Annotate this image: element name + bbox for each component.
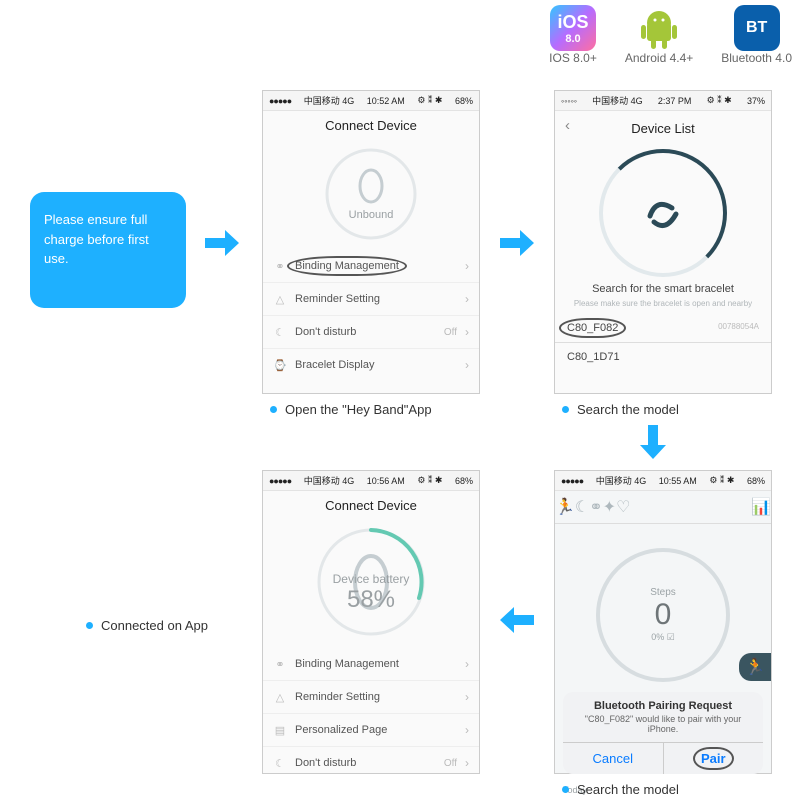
link-icon: ⚭ [273, 259, 287, 273]
chevron-right-icon: › [465, 259, 469, 273]
ios-badge-icon: iOS8.0 [550, 5, 596, 51]
sleep-icon[interactable]: ☾ [575, 497, 589, 517]
display-label: Bracelet Display [295, 359, 457, 371]
dnd-value: Off [444, 327, 457, 338]
screen-title: Connect Device [263, 491, 479, 520]
row-dont-disturb[interactable]: ☾ Don't disturb Off › [263, 316, 479, 349]
caption-connected: Connected on App [86, 618, 208, 633]
health-icon[interactable]: ⚭ [589, 497, 602, 517]
instruction-box: Please ensure full charge before first u… [30, 192, 186, 308]
phone-step3: ●●●●●中国移动 4G10:56 AM⚙ ⁑ ✱68% Connect Dev… [262, 470, 480, 774]
compat-android: Android 4.4+ [625, 5, 693, 65]
svg-text:Unbound: Unbound [349, 209, 394, 221]
row-bracelet-display[interactable]: ⌚ Bracelet Display › [263, 349, 479, 381]
instruction-text: Please ensure full charge before first u… [44, 212, 149, 266]
row-dont-disturb[interactable]: ☾ Don't disturb Off › [263, 747, 479, 779]
caption-step1: Open the "Hey Band"App [270, 402, 432, 417]
compat-ios: iOS8.0 IOS 8.0+ [549, 5, 597, 65]
bell-icon: △ [273, 292, 287, 306]
row-binding-management[interactable]: ⚭ Binding Management › [263, 250, 479, 283]
searching-spinner-icon [599, 149, 727, 277]
heart-icon[interactable]: ♡ [616, 497, 630, 517]
caption-step2: Search the model [562, 402, 679, 417]
moon-icon: ☾ [273, 756, 287, 770]
arrow-right-2-icon [500, 228, 534, 258]
pairing-popup: Bluetooth Pairing Request "C80_F082" wou… [563, 692, 763, 774]
popup-title: Bluetooth Pairing Request [563, 692, 763, 712]
phone-step4: ●●●●●中国移动 4G10:55 AM⚙ ⁑ ✱68% 🏃 ☾ ⚭ ✦ ♡ 📊… [554, 470, 772, 774]
bell-icon: △ [273, 690, 287, 704]
device-1-sub: 00788054A [718, 322, 759, 331]
compat-ios-label: IOS 8.0+ [549, 51, 597, 65]
status-bar: ●●●●●中国移动 4G10:52 AM⚙ ⁑ ✱68% [263, 91, 479, 111]
device-2-name: C80_1D71 [567, 351, 620, 363]
reminder-label: Reminder Setting [295, 293, 457, 305]
bluetooth-icon: BT [734, 5, 780, 51]
device-1-name: C80_F082 [567, 322, 618, 334]
caption-step4: Search the model [562, 782, 679, 797]
watch-icon: ⌚ [273, 358, 287, 372]
screen-title: Connect Device [263, 111, 479, 140]
arrow-right-1-icon [205, 228, 239, 258]
bullet-icon [562, 406, 569, 413]
row-binding-management[interactable]: ⚭ Binding Management › [263, 648, 479, 681]
steps-label: Steps [650, 587, 676, 598]
run-shortcut-icon[interactable]: 🏃 [739, 653, 771, 681]
status-bar: ◦◦◦◦◦中国移动 4G2:37 PM⚙ ⁑ ✱37% [555, 91, 771, 111]
phone-step1: ●●●●●中国移动 4G10:52 AM⚙ ⁑ ✱68% Connect Dev… [262, 90, 480, 394]
sport-icon[interactable]: ✦ [603, 497, 616, 517]
binding-label: Binding Management [295, 260, 399, 272]
dnd-label: Don't disturb [295, 326, 436, 338]
battery-ring-icon [315, 526, 427, 638]
status-bar: ●●●●●中国移动 4G10:56 AM⚙ ⁑ ✱68% [263, 471, 479, 491]
chevron-right-icon: › [465, 292, 469, 306]
popup-message: "C80_F082" would like to pair with your … [563, 712, 763, 742]
device-row-2[interactable]: C80_1D71 [555, 343, 771, 371]
search-hint: Please make sure the bracelet is open an… [555, 299, 771, 308]
screen-title: Device List [555, 114, 771, 143]
compat-bluetooth: BT Bluetooth 4.0 [721, 5, 792, 65]
chevron-right-icon: › [465, 723, 469, 737]
chevron-right-icon: › [465, 358, 469, 372]
compat-android-label: Android 4.4+ [625, 51, 693, 65]
compat-bt-label: Bluetooth 4.0 [721, 51, 792, 65]
row-reminder-setting[interactable]: △ Reminder Setting › [263, 283, 479, 316]
link-icon: ⚭ [273, 657, 287, 671]
steps-value: 0 [655, 598, 672, 632]
activity-icon[interactable]: 🏃 [555, 497, 575, 517]
row-personalized-page[interactable]: ▤ Personalized Page › [263, 714, 479, 747]
status-bar: ●●●●●中国移动 4G10:55 AM⚙ ⁑ ✱68% [555, 471, 771, 491]
device-row-1[interactable]: C80_F082 00788054A [555, 314, 771, 343]
bullet-icon [562, 786, 569, 793]
stats-icon[interactable]: 📊 [751, 497, 771, 517]
cancel-button[interactable]: Cancel [563, 743, 664, 774]
dashboard-tabs: 🏃 ☾ ⚭ ✦ ♡ 📊 [555, 491, 771, 524]
moon-icon: ☾ [273, 325, 287, 339]
search-label: Search for the smart bracelet [555, 283, 771, 295]
page-icon: ▤ [273, 723, 287, 737]
bullet-icon [86, 622, 93, 629]
chevron-right-icon: › [465, 657, 469, 671]
pair-button[interactable]: Pair [664, 743, 764, 774]
chevron-right-icon: › [465, 690, 469, 704]
chevron-right-icon: › [465, 756, 469, 770]
phone-step2: ◦◦◦◦◦中国移动 4G2:37 PM⚙ ⁑ ✱37% ‹ Device Lis… [554, 90, 772, 394]
row-reminder-setting[interactable]: △ Reminder Setting › [263, 681, 479, 714]
bullet-icon [270, 406, 277, 413]
ring-icon: Unbound [323, 146, 419, 242]
arrow-down-icon [638, 425, 668, 459]
steps-ring: Steps 0 0% ☑ [596, 548, 730, 682]
arrow-left-icon [500, 605, 534, 635]
chevron-right-icon: › [465, 325, 469, 339]
android-icon [636, 5, 682, 51]
steps-pct: 0% ☑ [651, 632, 675, 643]
